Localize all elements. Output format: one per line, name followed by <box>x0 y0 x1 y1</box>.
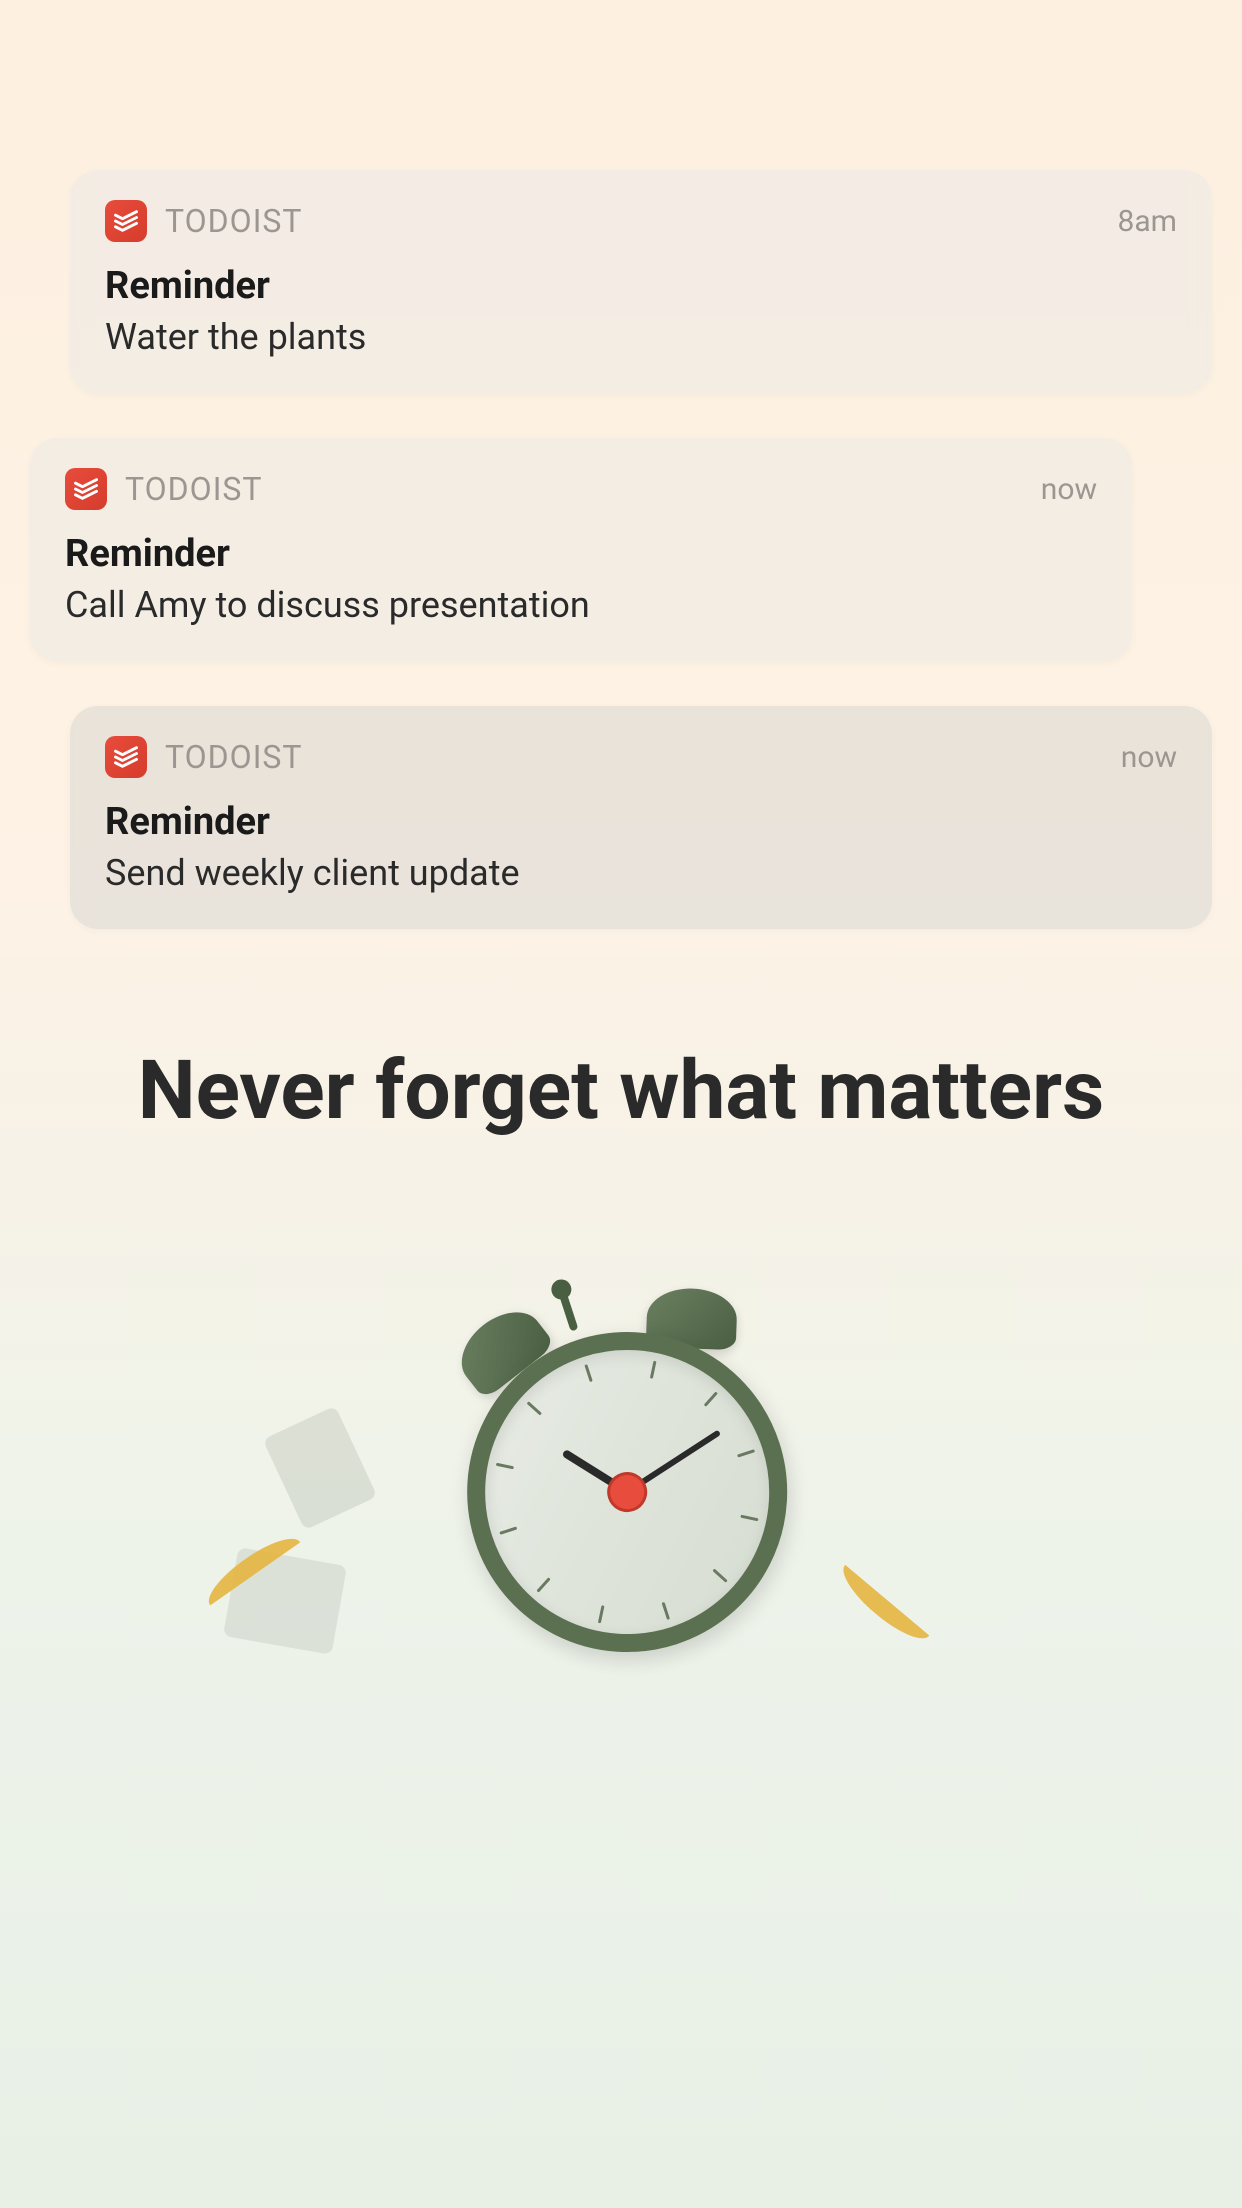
app-name-label: TODOIST <box>125 470 262 508</box>
notifications-list: TODOIST 8am Reminder Water the plants TO… <box>0 0 1242 929</box>
app-name-label: TODOIST <box>165 738 302 776</box>
app-name-label: TODOIST <box>165 202 302 240</box>
todoist-icon <box>105 200 147 242</box>
headline-text: Never forget what matters <box>80 1044 1162 1138</box>
notification-body: Water the plants <box>105 316 1177 358</box>
notification-time-label: now <box>1041 472 1097 507</box>
notification-time-label: now <box>1121 740 1177 775</box>
notification-title: Reminder <box>105 264 1177 308</box>
notification-body: Call Amy to discuss presentation <box>65 584 1097 626</box>
notification-card[interactable]: TODOIST now Reminder Send weekly client … <box>70 706 1212 929</box>
todoist-icon <box>65 468 107 510</box>
notification-time-label: 8am <box>1118 204 1178 239</box>
headline-section: Never forget what matters <box>0 1044 1242 1138</box>
notification-title: Reminder <box>65 532 1097 576</box>
notification-card[interactable]: TODOIST now Reminder Call Amy to discuss… <box>30 438 1132 661</box>
todoist-icon <box>105 736 147 778</box>
notification-card[interactable]: TODOIST 8am Reminder Water the plants <box>70 170 1212 393</box>
notification-title: Reminder <box>105 800 1177 844</box>
alarm-clock-illustration <box>0 1198 1242 1748</box>
notification-body: Send weekly client update <box>105 852 1177 894</box>
